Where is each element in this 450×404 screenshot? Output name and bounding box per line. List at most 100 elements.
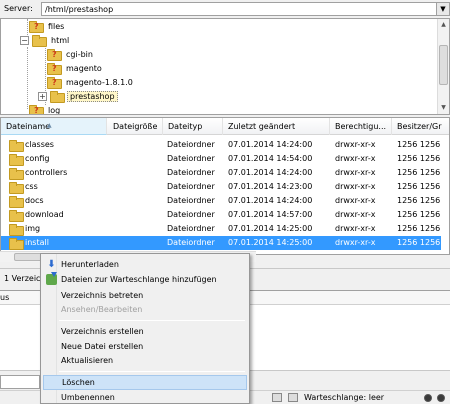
remote-file-list: ▲ Dateiname Dateigröße Dateityp Zuletzt … [0, 117, 450, 255]
menu-item-new-file[interactable]: Neue Datei erstellen [43, 339, 247, 354]
lock-icon [272, 393, 282, 402]
queue-icon [288, 393, 298, 402]
file-list-header: ▲ Dateiname Dateigröße Dateityp Zuletzt … [1, 118, 449, 135]
file-name: docs [25, 196, 44, 205]
file-permissions: drwxr-xr-x [335, 182, 376, 191]
file-row[interactable]: css Dateiordner 07.01.2014 14:23:00 drwx… [1, 180, 441, 194]
file-name: controllers [25, 168, 68, 177]
tree-item-cgi-bin[interactable]: ? cgi-bin [47, 47, 95, 61]
file-row[interactable]: classes Dateiordner 07.01.2014 14:24:00 … [1, 138, 441, 152]
file-name: download [25, 210, 64, 219]
folder-icon [9, 238, 24, 250]
file-row[interactable]: controllers Dateiordner 07.01.2014 14:24… [1, 166, 441, 180]
menu-separator [59, 320, 245, 321]
menu-separator [59, 371, 245, 372]
tree-item-magento[interactable]: ? magento [47, 61, 104, 75]
scroll-thumb[interactable] [439, 45, 448, 85]
folder-icon [50, 91, 65, 103]
file-type: Dateiordner [167, 224, 215, 233]
menu-item-delete[interactable]: Löschen [43, 375, 247, 390]
queue-column-status: us [0, 293, 10, 302]
folder-icon [32, 35, 47, 47]
tree-scrollbar[interactable]: ▲ ▼ [437, 19, 449, 114]
tree-item-label: prestashop [67, 90, 118, 102]
tree-item-prestashop[interactable]: + prestashop [38, 89, 118, 103]
menu-item-download[interactable]: ⬇ Herunterladen [43, 257, 247, 272]
collapse-icon[interactable]: − [20, 35, 29, 45]
column-header-modified[interactable]: Zuletzt geändert [223, 118, 330, 135]
column-header-filetype[interactable]: Dateityp [163, 118, 223, 135]
file-owner: 1256 1256 [397, 238, 441, 247]
tree-item-html[interactable]: − html [20, 33, 71, 47]
file-permissions: drwxr-xr-x [335, 140, 376, 149]
file-date: 07.01.2014 14:57:00 [228, 210, 313, 219]
file-permissions: drwxr-xr-x [335, 210, 376, 219]
path-dropdown-button[interactable]: ▼ [437, 2, 450, 16]
file-type: Dateiordner [167, 238, 215, 247]
activity-led-icon [424, 394, 432, 402]
folder-icon [9, 210, 24, 222]
remote-path-bar: Server: ▼ [0, 0, 450, 18]
activity-led-icon [437, 394, 445, 402]
file-owner: 1256 1256 [397, 210, 441, 219]
file-permissions: drwxr-xr-x [335, 196, 376, 205]
menu-item-refresh[interactable]: Aktualisieren [43, 353, 247, 368]
queue-status-text: Warteschlange: leer [304, 393, 385, 402]
folder-icon [9, 168, 24, 180]
folder-icon [9, 140, 24, 152]
file-type: Dateiordner [167, 196, 215, 205]
scroll-down-icon[interactable]: ▼ [438, 102, 449, 113]
tree-item-files[interactable]: ? files [29, 19, 66, 33]
file-owner: 1256 1256 [397, 224, 441, 233]
file-row[interactable]: download Dateiordner 07.01.2014 14:57:00… [1, 208, 441, 222]
tree-connector [27, 47, 28, 109]
menu-item-rename[interactable]: Umbenennen [43, 390, 247, 404]
folder-icon: ? [29, 21, 44, 33]
scroll-up-icon[interactable]: ▲ [438, 19, 449, 30]
tree-item-label: html [51, 35, 70, 45]
column-header-filesize[interactable]: Dateigröße [107, 118, 163, 135]
tree-item-magento-1-8-1-0[interactable]: ? magento-1.8.1.0 [47, 75, 135, 89]
file-owner: 1256 1256 [397, 196, 441, 205]
file-row[interactable]: docs Dateiordner 07.01.2014 14:24:00 drw… [1, 194, 441, 208]
folder-icon: ? [29, 105, 44, 114]
tree-item-log[interactable]: ? log [29, 103, 62, 115]
menu-item-add-to-queue[interactable]: Dateien zur Warteschlange hinzufügen [43, 272, 247, 287]
file-name: classes [25, 140, 54, 149]
column-header-owner[interactable]: Besitzer/Gr [392, 118, 449, 135]
column-header-permissions[interactable]: Berechtigu... [330, 118, 392, 135]
folder-icon: ? [47, 63, 62, 75]
file-date: 07.01.2014 14:24:00 [228, 168, 313, 177]
selection-count-text: 1 Verzeic [4, 274, 41, 283]
queue-tab[interactable] [0, 375, 40, 389]
file-owner: 1256 1256 [397, 168, 441, 177]
file-type: Dateiordner [167, 154, 215, 163]
tree-item-label: files [48, 21, 65, 31]
file-permissions: drwxr-xr-x [335, 224, 376, 233]
menu-item-enter-directory[interactable]: Verzeichnis betreten [43, 288, 247, 303]
file-date: 07.01.2014 14:25:00 [228, 224, 313, 233]
menu-item-view-edit: Ansehen/Bearbeiten [61, 305, 143, 314]
file-permissions: drwxr-xr-x [335, 168, 376, 177]
expand-icon[interactable]: + [38, 91, 47, 101]
file-date: 07.01.2014 14:24:00 [228, 196, 313, 205]
file-row[interactable]: img Dateiordner 07.01.2014 14:25:00 drwx… [1, 222, 441, 236]
file-name: config [25, 154, 50, 163]
tree-item-label: log [48, 105, 61, 115]
file-row[interactable]: config Dateiordner 07.01.2014 14:54:00 d… [1, 152, 441, 166]
tree-item-label: magento [66, 63, 102, 73]
file-permissions: drwxr-xr-x [335, 238, 376, 247]
column-header-filename[interactable]: ▲ Dateiname [1, 118, 107, 135]
tree-item-label: cgi-bin [66, 49, 93, 59]
file-permissions: drwxr-xr-x [335, 154, 376, 163]
tree-item-label: magento-1.8.1.0 [66, 77, 133, 87]
folder-icon: ? [47, 49, 62, 61]
menu-item-create-directory[interactable]: Verzeichnis erstellen [43, 324, 247, 339]
folder-icon: ? [47, 77, 62, 89]
file-row-selected[interactable]: install Dateiordner 07.01.2014 14:25:00 … [1, 236, 441, 250]
file-type: Dateiordner [167, 182, 215, 191]
add-to-queue-icon [46, 272, 57, 285]
folder-icon [9, 224, 24, 236]
folder-icon [9, 154, 24, 166]
remote-path-input[interactable] [41, 2, 437, 16]
